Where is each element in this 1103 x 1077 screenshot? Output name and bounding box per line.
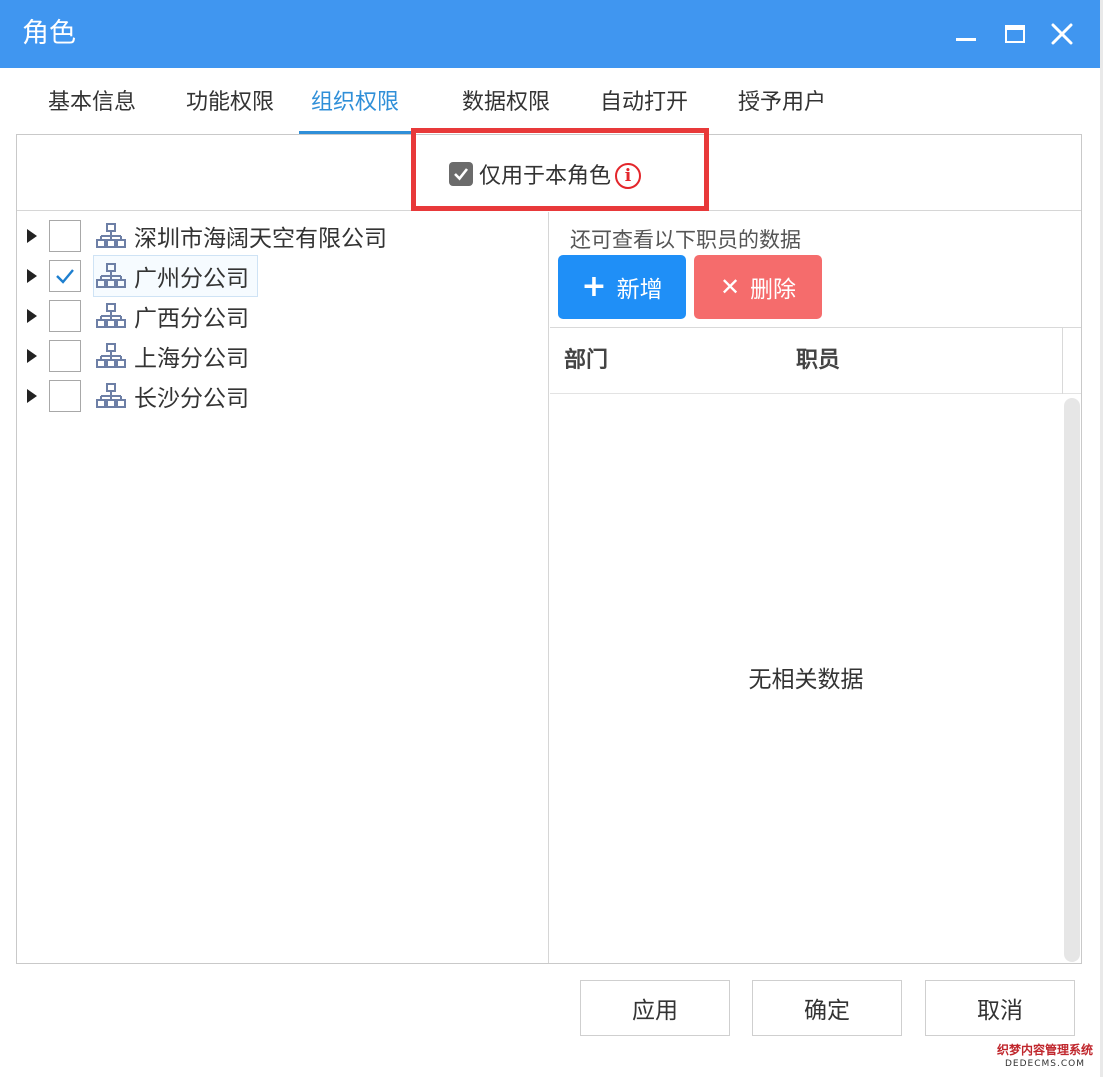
tree-node-label: 广州分公司: [134, 266, 249, 292]
check-icon: [454, 168, 469, 181]
apply-button[interactable]: 应用: [580, 980, 730, 1036]
close-icon: [1051, 23, 1073, 45]
x-icon: ✕: [719, 273, 741, 301]
tree-node-checkbox[interactable]: [49, 380, 81, 412]
tree-node-checkbox[interactable]: [49, 300, 81, 332]
minimize-icon: [956, 37, 976, 41]
tree-node-shenzhen: 深圳市海阔天空有限公司: [17, 216, 547, 256]
info-icon[interactable]: i: [615, 163, 642, 189]
employee-table-header: 部门 职员: [550, 327, 1081, 394]
employee-panel: 还可查看以下职员的数据 + 新增 ✕ 删除 部门 职员 无相关数据: [550, 212, 1081, 963]
org-chart-icon: [96, 303, 126, 328]
delete-button[interactable]: ✕ 删除: [694, 255, 822, 319]
only-role-option[interactable]: 仅用于本角色 i: [449, 157, 642, 191]
tree-node-checkbox[interactable]: [49, 220, 81, 252]
tree-node-content[interactable]: 广西分公司: [93, 295, 258, 337]
tree-node-label: 深圳市海阔天空有限公司: [134, 226, 387, 252]
tab-auto-open[interactable]: 自动打开: [582, 72, 706, 134]
org-chart-icon: [96, 383, 126, 408]
only-role-label: 仅用于本角色: [479, 164, 612, 189]
tree-node-guangxi: 广西分公司: [17, 296, 547, 336]
window-title: 角色: [22, 18, 76, 49]
window-titlebar: 角色: [0, 0, 1100, 68]
org-chart-icon: [96, 343, 126, 368]
column-header-department[interactable]: 部门: [564, 328, 608, 394]
tree-node-content[interactable]: 深圳市海阔天空有限公司: [93, 215, 396, 257]
org-permission-panel: 仅用于本角色 i 深圳市海阔天空有限公司 广州分公司 广西分公司 上海分公司 长…: [16, 128, 1082, 964]
tree-node-checkbox[interactable]: [49, 340, 81, 372]
close-button[interactable]: [1042, 14, 1082, 54]
expand-arrow-icon[interactable]: [27, 309, 37, 323]
org-tree: 深圳市海阔天空有限公司 广州分公司 广西分公司 上海分公司 长沙分公司: [17, 212, 549, 963]
tree-node-label: 上海分公司: [134, 346, 249, 372]
tab-function-permission[interactable]: 功能权限: [168, 72, 292, 134]
expand-arrow-icon[interactable]: [27, 269, 37, 283]
tab-grant-users[interactable]: 授予用户: [720, 72, 844, 134]
tree-node-content[interactable]: 广州分公司: [93, 255, 258, 297]
maximize-button[interactable]: [995, 14, 1035, 54]
employee-hint: 还可查看以下职员的数据: [570, 228, 801, 252]
minimize-button[interactable]: [946, 14, 986, 54]
expand-arrow-icon[interactable]: [27, 349, 37, 363]
tree-node-guangzhou: 广州分公司: [17, 255, 547, 297]
add-button[interactable]: + 新增: [558, 255, 686, 319]
employee-table-scrollbar[interactable]: [1064, 398, 1080, 962]
watermark-line2: DEDECMS.COM: [1005, 1059, 1085, 1069]
org-chart-icon: [96, 223, 126, 248]
expand-arrow-icon[interactable]: [27, 389, 37, 403]
check-icon: [56, 269, 74, 284]
column-divider: [1062, 328, 1063, 394]
only-role-bar: 仅用于本角色 i: [17, 128, 1081, 211]
add-button-label: 新增: [616, 277, 663, 303]
empty-state-text: 无相关数据: [748, 667, 864, 693]
org-chart-icon: [96, 263, 126, 288]
tree-node-label: 广西分公司: [134, 306, 249, 332]
tab-org-permission[interactable]: 组织权限: [299, 72, 411, 134]
cancel-button[interactable]: 取消: [925, 980, 1075, 1036]
watermark-line1: 织梦内容管理系统: [996, 1043, 1093, 1057]
maximize-icon: [1005, 25, 1025, 43]
only-role-checkbox[interactable]: [449, 162, 473, 186]
tree-node-changsha: 长沙分公司: [17, 376, 547, 416]
tree-node-shanghai: 上海分公司: [17, 336, 547, 376]
plus-icon: +: [581, 269, 607, 304]
tab-data-permission[interactable]: 数据权限: [444, 72, 568, 134]
tree-node-content[interactable]: 长沙分公司: [93, 375, 258, 417]
tree-node-label: 长沙分公司: [134, 386, 249, 412]
delete-button-label: 删除: [750, 277, 797, 303]
watermark: 织梦内容管理系统 DEDECMS.COM: [990, 1042, 1100, 1070]
column-header-employee[interactable]: 职员: [796, 328, 840, 394]
tree-node-checkbox[interactable]: [49, 260, 81, 292]
tab-basic-info[interactable]: 基本信息: [30, 72, 154, 134]
tree-node-content[interactable]: 上海分公司: [93, 335, 258, 377]
expand-arrow-icon[interactable]: [27, 229, 37, 243]
ok-button[interactable]: 确定: [752, 980, 902, 1036]
